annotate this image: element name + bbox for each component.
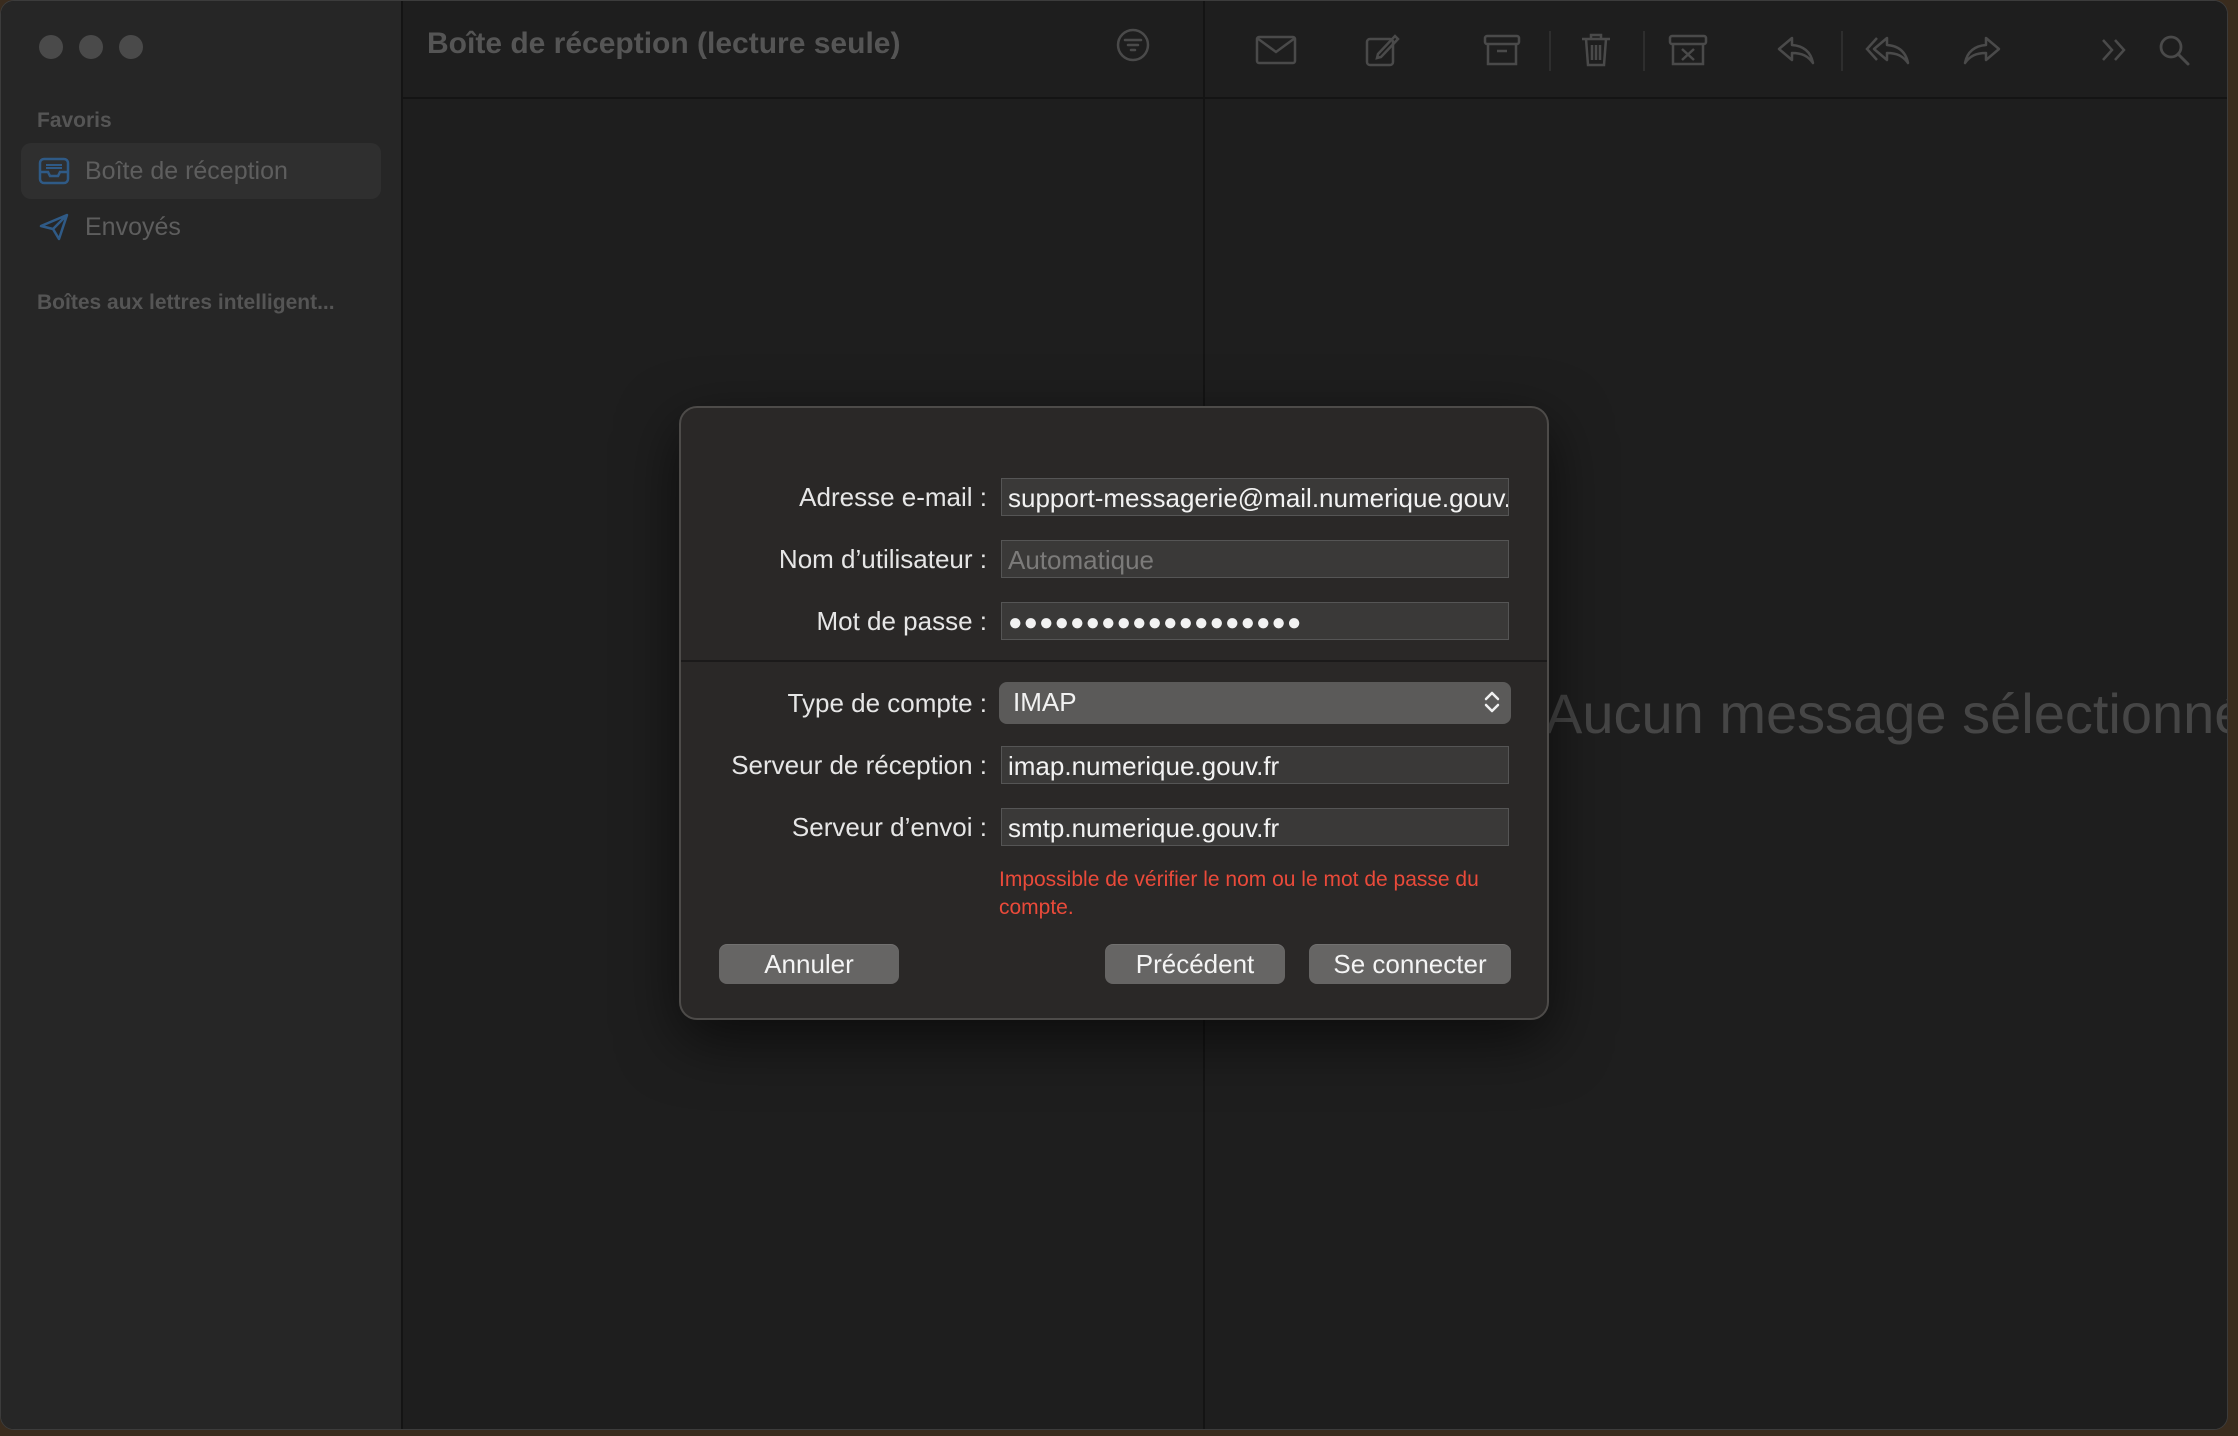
junk-icon[interactable]	[1663, 25, 1713, 75]
minimize-button[interactable]	[79, 35, 103, 59]
outgoing-server-row: Serveur d’envoi : smtp.numerique.gouv.fr	[681, 808, 1547, 848]
archive-icon[interactable]	[1477, 25, 1527, 75]
sidebar-item-label: Boîte de réception	[85, 156, 288, 185]
forward-icon[interactable]	[1957, 25, 2007, 75]
sidebar-item-inbox[interactable]: Boîte de réception	[21, 143, 381, 199]
close-button[interactable]	[39, 35, 63, 59]
divider	[681, 660, 1547, 662]
reply-all-icon[interactable]	[1863, 25, 1913, 75]
cancel-button[interactable]: Annuler	[719, 944, 899, 984]
account-type-label: Type de compte :	[787, 688, 987, 718]
incoming-server-row: Serveur de réception : imap.numerique.go…	[681, 746, 1547, 786]
sidebar-item-sent[interactable]: Envoyés	[21, 199, 381, 255]
list-toolbar: Boîte de réception (lecture seule)	[403, 1, 1203, 99]
connect-button[interactable]: Se connecter	[1309, 944, 1511, 984]
username-label: Nom d’utilisateur :	[778, 544, 987, 574]
more-icon[interactable]	[2089, 25, 2139, 75]
envelope-icon[interactable]	[1251, 25, 1301, 75]
incoming-server-field[interactable]: imap.numerique.gouv.fr	[1001, 746, 1509, 784]
no-message-selected-text: Aucun message sélectionné	[1545, 682, 2228, 745]
sidebar: Favoris Boîte de réception Envoyés Boîte…	[1, 1, 403, 1429]
account-type-select[interactable]: IMAP	[999, 682, 1511, 724]
password-label: Mot de passe :	[816, 606, 987, 636]
compose-icon[interactable]	[1357, 25, 1407, 75]
email-row: Adresse e-mail : support-messagerie@mail…	[681, 478, 1547, 518]
zoom-button[interactable]	[119, 35, 143, 59]
smart-mailboxes-header[interactable]: Boîtes aux lettres intelligent...	[37, 291, 335, 315]
email-field[interactable]: support-messagerie@mail.numerique.gouv.f…	[1001, 478, 1509, 516]
account-type-row: Type de compte : IMAP	[681, 682, 1547, 724]
outgoing-server-label: Serveur d’envoi :	[791, 812, 987, 842]
sidebar-item-label: Envoyés	[85, 212, 181, 241]
username-field[interactable]: Automatique	[1001, 540, 1509, 578]
account-type-value: IMAP	[1013, 687, 1077, 717]
reply-icon[interactable]	[1771, 25, 1821, 75]
account-setup-dialog: Adresse e-mail : support-messagerie@mail…	[679, 406, 1549, 1020]
username-row: Nom d’utilisateur : Automatique	[681, 540, 1547, 580]
window-controls	[39, 35, 143, 59]
previous-button[interactable]: Précédent	[1105, 944, 1285, 984]
chevron-updown-icon	[1483, 688, 1501, 723]
paper-plane-icon	[37, 210, 71, 244]
trash-icon[interactable]	[1571, 25, 1621, 75]
outgoing-server-field[interactable]: smtp.numerique.gouv.fr	[1001, 808, 1509, 846]
password-field[interactable]: ●●●●●●●●●●●●●●●●●●●	[1001, 602, 1509, 640]
mailbox-title: Boîte de réception (lecture seule)	[427, 27, 901, 60]
inbox-icon	[37, 154, 71, 188]
incoming-server-label: Serveur de réception :	[731, 750, 987, 780]
error-message: Impossible de vérifier le nom ou le mot …	[999, 868, 1479, 919]
filter-icon[interactable]	[1115, 27, 1151, 68]
viewer-toolbar	[1205, 1, 2227, 99]
password-row: Mot de passe : ●●●●●●●●●●●●●●●●●●●	[681, 602, 1547, 642]
email-label: Adresse e-mail :	[799, 482, 987, 512]
favorites-header: Favoris	[37, 109, 112, 132]
search-icon[interactable]	[2149, 25, 2199, 75]
